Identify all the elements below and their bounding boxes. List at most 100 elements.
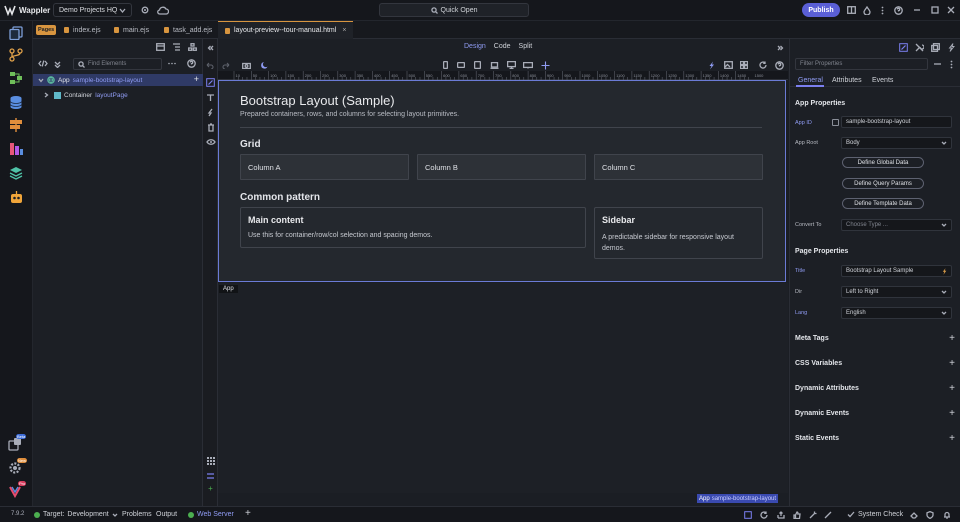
lightning-icon[interactable] — [706, 60, 716, 70]
book-icon[interactable] — [846, 5, 856, 15]
dir-select[interactable]: Left to Right — [841, 286, 952, 298]
blocks-icon[interactable] — [739, 60, 749, 70]
refresh-icon[interactable] — [759, 510, 769, 520]
tab-events[interactable]: Events — [872, 77, 893, 84]
split-mode-tab[interactable]: Split — [519, 43, 533, 50]
app-id-input[interactable]: sample-bootstrap-layout — [841, 116, 952, 128]
routes-signpost-icon[interactable] — [7, 117, 25, 133]
filter-properties-input[interactable]: Filter Properties — [795, 58, 928, 70]
design-palette-icon[interactable] — [7, 141, 25, 157]
undo-icon[interactable] — [205, 60, 215, 70]
alignment-lines-icon[interactable] — [205, 471, 216, 481]
define-query-params-button[interactable]: Define Query Params — [842, 178, 924, 189]
add-terminal-icon[interactable]: + — [245, 508, 251, 519]
desktop-device-icon[interactable] — [506, 60, 516, 70]
meta-tags-section[interactable]: Meta Tags + — [795, 331, 955, 345]
cloud-upload-icon[interactable] — [156, 4, 169, 16]
help-icon[interactable] — [774, 60, 784, 70]
expand-plus-icon[interactable]: + — [949, 408, 955, 419]
tab-main-ejs[interactable]: main.ejs — [107, 21, 156, 39]
code-mode-tab[interactable]: Code — [494, 43, 511, 50]
tree-item-app[interactable]: App sample-bootstrap-layout + — [33, 74, 203, 86]
grid-apps-icon[interactable] — [205, 456, 216, 466]
help-icon[interactable] — [893, 5, 903, 15]
eraser-icon[interactable] — [909, 510, 919, 520]
components-icon[interactable] — [930, 42, 940, 52]
robot-assistant-icon[interactable] — [7, 188, 25, 206]
dynamic-data-icon[interactable] — [205, 107, 216, 117]
define-template-data-button[interactable]: Define Template Data — [842, 198, 924, 209]
project-selector[interactable]: Demo Projects HQ — [53, 3, 132, 17]
more-horizontal-icon[interactable] — [167, 58, 177, 69]
output-tab[interactable]: Output — [156, 511, 177, 518]
more-vertical-icon[interactable] — [877, 5, 887, 15]
expand-plus-icon[interactable]: + — [949, 433, 955, 444]
problems-tab[interactable]: Problems — [122, 511, 152, 518]
close-window-icon[interactable] — [946, 5, 956, 15]
maximize-icon[interactable] — [930, 5, 940, 15]
add-green-icon[interactable]: + — [205, 483, 216, 493]
design-mode-tab[interactable]: Design — [464, 43, 486, 50]
dynamic-attributes-section[interactable]: Dynamic Attributes + — [795, 381, 955, 395]
laptop-device-icon[interactable] — [489, 60, 499, 70]
tab-layout-preview[interactable]: layout-preview--tour-manual.html × — [218, 21, 354, 39]
sidebar-card[interactable]: Sidebar A predictable sidebar for respon… — [594, 207, 763, 259]
minimize-icon[interactable] — [912, 5, 922, 15]
project-settings-gear-icon[interactable] — [139, 4, 151, 16]
expand-panel-icon[interactable] — [776, 43, 785, 52]
extensions-icon[interactable]: Beta — [5, 434, 27, 454]
brush-icon[interactable] — [823, 510, 833, 520]
wide-screen-icon[interactable] — [523, 60, 533, 70]
code-view-icon[interactable] — [37, 58, 49, 69]
column-c[interactable]: Column C — [594, 154, 763, 180]
element-breadcrumb[interactable]: App sample-bootstrap-layout — [697, 494, 779, 503]
visibility-eye-icon[interactable] — [205, 137, 216, 147]
lang-select[interactable]: English — [841, 307, 952, 319]
expand-plus-icon[interactable]: + — [949, 358, 955, 369]
tree-item-container[interactable]: Container layoutPage — [33, 89, 203, 101]
camera-icon[interactable] — [241, 60, 251, 70]
convert-to-select[interactable]: Choose Type ... — [841, 219, 952, 231]
dark-mode-moon-icon[interactable] — [260, 60, 270, 70]
settings-gear-icon[interactable]: New — [5, 458, 28, 478]
title-input[interactable]: Bootstrap Layout Sample — [841, 265, 952, 277]
workflows-icon[interactable] — [7, 70, 25, 86]
account-icon[interactable]: Pro — [5, 481, 27, 501]
delete-trash-icon[interactable] — [205, 122, 216, 132]
lightning-icon[interactable] — [942, 267, 947, 275]
tab-task-add-ejs[interactable]: task_add.ejs — [157, 21, 219, 39]
pages-icon[interactable] — [7, 25, 25, 41]
sitemap-icon[interactable] — [188, 42, 197, 51]
full-width-move-icon[interactable] — [540, 60, 550, 70]
add-child-icon[interactable]: + — [194, 74, 199, 84]
help-icon[interactable] — [186, 58, 197, 69]
database-icon[interactable] — [7, 93, 25, 111]
text-tool-icon[interactable] — [205, 92, 216, 102]
share-icon[interactable] — [776, 510, 786, 520]
dynamic-events-section[interactable]: Dynamic Events + — [795, 406, 955, 420]
redo-icon[interactable] — [221, 60, 231, 70]
close-tab-icon[interactable]: × — [342, 27, 346, 34]
edit-properties-icon[interactable] — [898, 42, 908, 52]
design-canvas[interactable]: Bootstrap Layout (Sample) Prepared conta… — [218, 80, 786, 282]
more-vertical-icon[interactable] — [946, 59, 956, 69]
magic-wand-icon[interactable] — [808, 510, 818, 520]
mobile-landscape-icon[interactable] — [456, 60, 466, 70]
droplet-icon[interactable] — [862, 5, 872, 15]
layers-icon[interactable] — [7, 165, 25, 181]
tablet-device-icon[interactable] — [472, 60, 482, 70]
minus-collapse-icon[interactable] — [932, 59, 942, 69]
tab-general[interactable]: General — [798, 77, 823, 84]
css-variables-section[interactable]: CSS Variables + — [795, 356, 955, 370]
tools-wrench-icon[interactable] — [914, 42, 924, 52]
web-server-toggle[interactable]: Web Server — [188, 509, 234, 520]
thumbs-up-icon[interactable] — [792, 510, 802, 520]
main-content-card[interactable]: Main content Use this for container/row/… — [240, 207, 586, 248]
column-a[interactable]: Column A — [240, 154, 409, 180]
notifications-bell-icon[interactable] — [942, 510, 952, 520]
tab-index-ejs[interactable]: index.ejs — [57, 21, 108, 39]
shield-icon[interactable] — [925, 510, 935, 520]
app-root-select[interactable]: Body — [841, 137, 952, 149]
static-events-section[interactable]: Static Events + — [795, 431, 955, 445]
expand-plus-icon[interactable]: + — [949, 383, 955, 394]
